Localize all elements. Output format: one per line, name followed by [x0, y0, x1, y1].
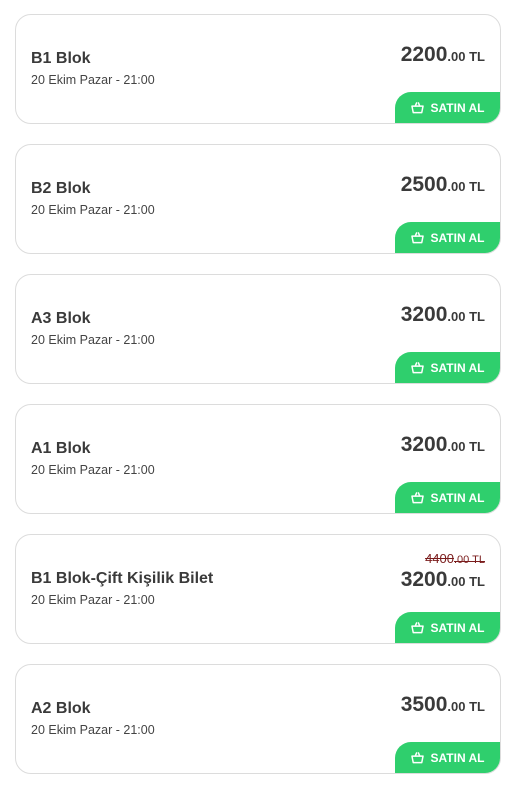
basket-icon	[410, 361, 424, 373]
buy-button-label: SATIN AL	[430, 620, 485, 635]
price-block: 3500.00 TL	[401, 693, 485, 717]
price-cents: .00 TL	[447, 49, 485, 64]
ticket-name: A1 Blok	[31, 440, 91, 457]
buy-button[interactable]: SATIN AL	[395, 352, 500, 383]
old-price-amount: 4400	[425, 551, 454, 566]
price-block: 3200.00 TL	[401, 433, 485, 457]
buy-button[interactable]: SATIN AL	[395, 482, 500, 513]
ticket-name: B1 Blok	[31, 50, 91, 67]
buy-button-label: SATIN AL	[430, 750, 485, 765]
ticket-date: 20 Ekim Pazar - 21:00	[31, 593, 155, 607]
buy-button-label: SATIN AL	[430, 100, 485, 115]
ticket-list: B1 Blok 20 Ekim Pazar - 21:00 2200.00 TL…	[0, 0, 511, 791]
old-price-cents: .00 TL	[454, 554, 485, 566]
buy-button[interactable]: SATIN AL	[395, 742, 500, 773]
buy-button-label: SATIN AL	[430, 360, 485, 375]
old-price: 4400.00 TL	[401, 551, 485, 566]
price-block: 2200.00 TL	[401, 43, 485, 67]
ticket-name: B1 Blok-Çift Kişilik Bilet	[31, 570, 214, 587]
price-cents: .00 TL	[447, 574, 485, 589]
price-amount: 2200	[400, 43, 448, 66]
ticket-date: 20 Ekim Pazar - 21:00	[31, 333, 155, 347]
ticket-card-a3: A3 Blok 20 Ekim Pazar - 21:00 3200.00 TL…	[15, 274, 501, 384]
buy-button-label: SATIN AL	[430, 230, 485, 245]
buy-button[interactable]: SATIN AL	[395, 92, 500, 123]
ticket-card-b2: B2 Blok 20 Ekim Pazar - 21:00 2500.00 TL…	[15, 144, 501, 254]
price-cents: .00 TL	[447, 309, 485, 324]
price-block: 2500.00 TL	[401, 173, 485, 197]
basket-icon	[410, 231, 424, 243]
price-amount: 3200	[400, 568, 448, 591]
price-amount: 2500	[400, 173, 448, 196]
ticket-card-b1-double: B1 Blok-Çift Kişilik Bilet 20 Ekim Pazar…	[15, 534, 501, 644]
basket-icon	[410, 621, 424, 633]
ticket-date: 20 Ekim Pazar - 21:00	[31, 723, 155, 737]
buy-button-label: SATIN AL	[430, 490, 485, 505]
ticket-date: 20 Ekim Pazar - 21:00	[31, 463, 155, 477]
price-amount: 3200	[400, 303, 448, 326]
ticket-card-b1: B1 Blok 20 Ekim Pazar - 21:00 2200.00 TL…	[15, 14, 501, 124]
buy-button[interactable]: SATIN AL	[395, 612, 500, 643]
ticket-card-a1: A1 Blok 20 Ekim Pazar - 21:00 3200.00 TL…	[15, 404, 501, 514]
basket-icon	[410, 101, 424, 113]
price-cents: .00 TL	[447, 439, 485, 454]
price-block: 4400.00 TL 3200.00 TL	[401, 551, 485, 592]
price-cents: .00 TL	[447, 179, 485, 194]
basket-icon	[410, 491, 424, 503]
ticket-name: B2 Blok	[31, 180, 91, 197]
basket-icon	[410, 751, 424, 763]
price-amount: 3500	[400, 693, 448, 716]
ticket-date: 20 Ekim Pazar - 21:00	[31, 73, 155, 87]
ticket-date: 20 Ekim Pazar - 21:00	[31, 203, 155, 217]
ticket-card-a2: A2 Blok 20 Ekim Pazar - 21:00 3500.00 TL…	[15, 664, 501, 774]
ticket-name: A2 Blok	[31, 700, 91, 717]
ticket-name: A3 Blok	[31, 310, 91, 327]
buy-button[interactable]: SATIN AL	[395, 222, 500, 253]
price-cents: .00 TL	[447, 699, 485, 714]
price-amount: 3200	[400, 433, 448, 456]
price-block: 3200.00 TL	[401, 303, 485, 327]
